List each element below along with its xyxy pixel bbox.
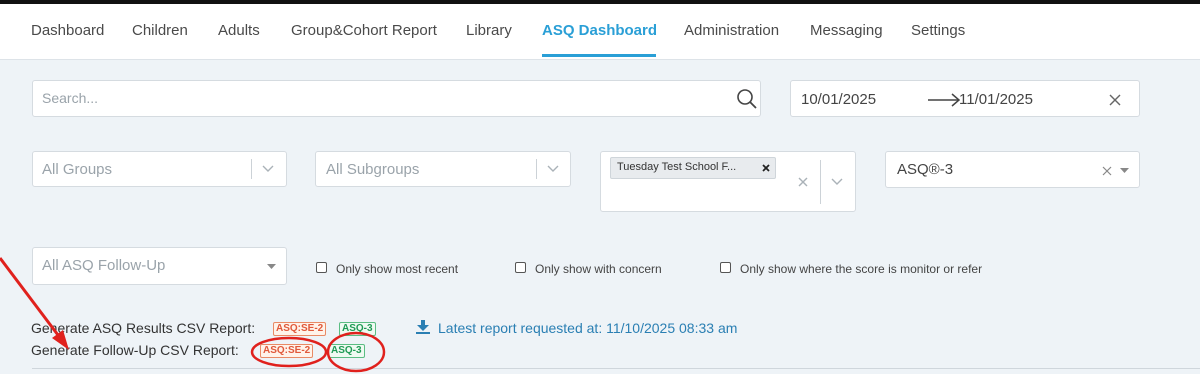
annotation-arrow-head [52, 330, 69, 350]
annotation-circle-se2 [250, 336, 328, 368]
annotation-arrow-line [0, 257, 66, 344]
annotation-overlay [0, 257, 386, 373]
annotation-circle-asq3 [326, 331, 386, 373]
